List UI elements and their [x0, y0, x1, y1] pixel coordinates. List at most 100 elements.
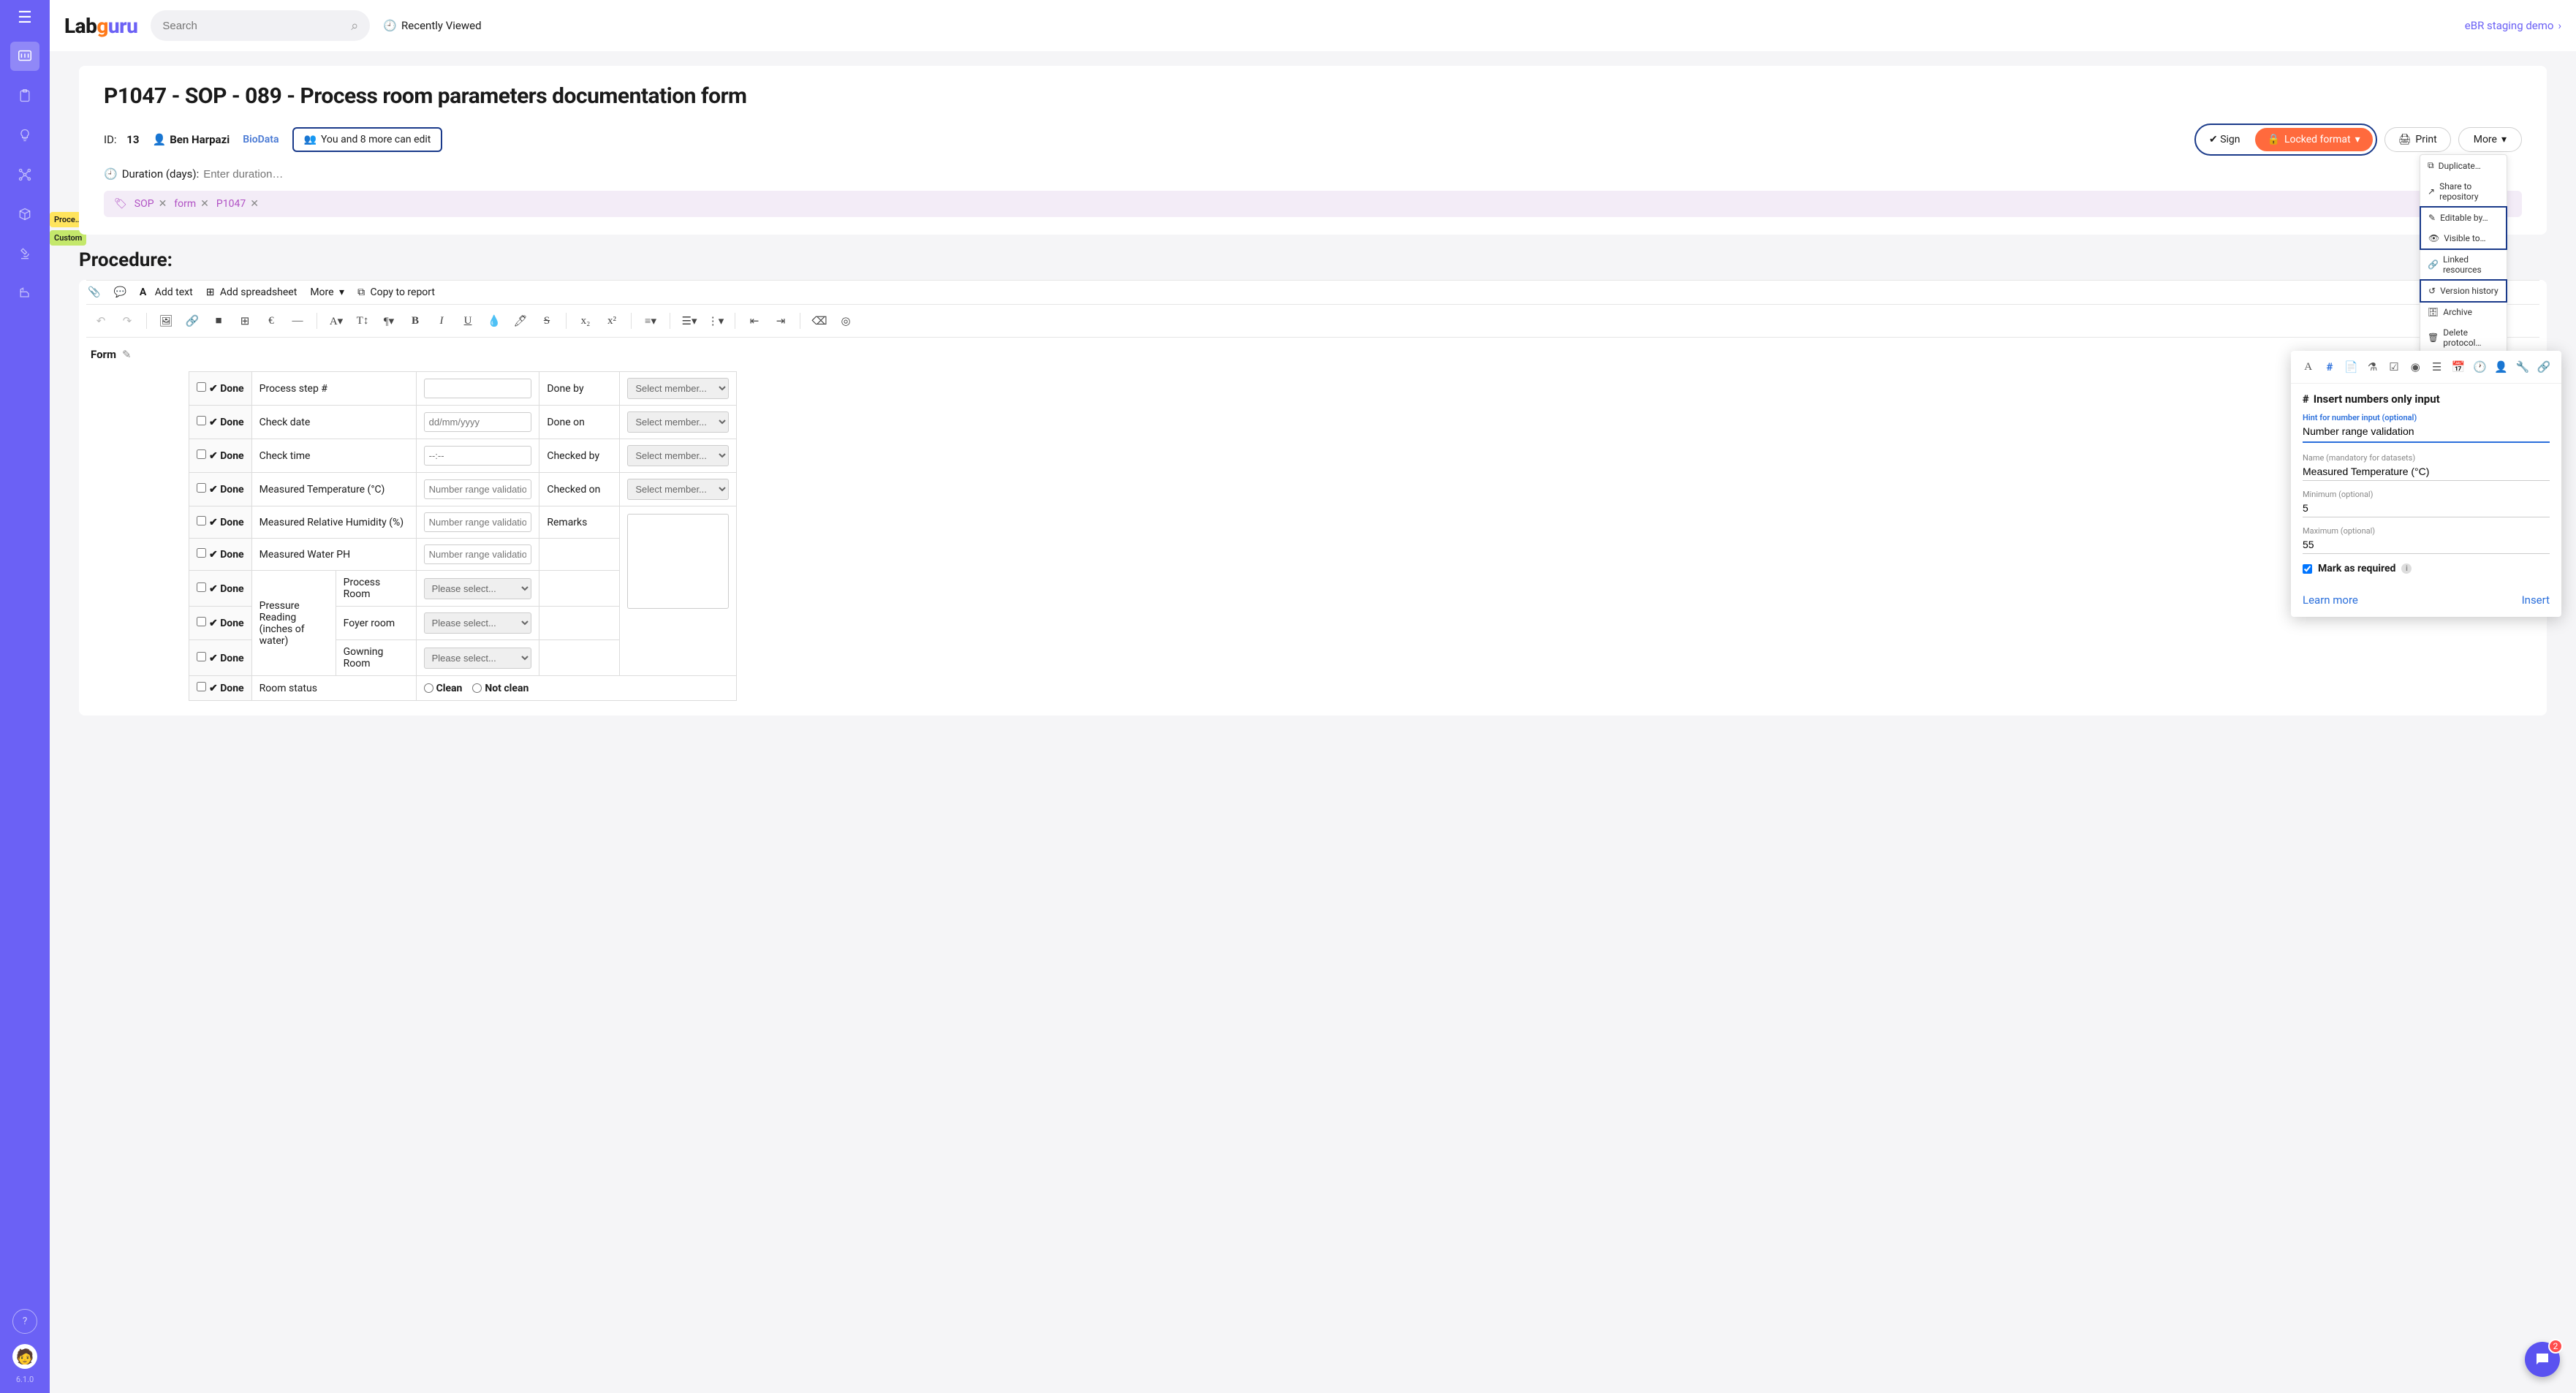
process-step-input[interactable] [424, 379, 532, 398]
font-size-icon[interactable]: T↕ [351, 311, 374, 331]
done-by-select[interactable]: Select member... [627, 378, 729, 399]
done-checkbox[interactable] [197, 617, 206, 626]
add-text-button[interactable]: A Add text [140, 286, 193, 298]
video-icon[interactable]: ■ [207, 311, 230, 331]
outdent-icon[interactable]: ⇤ [743, 311, 766, 331]
nav-icon-box[interactable] [10, 200, 39, 229]
underline-icon[interactable]: U [456, 311, 480, 331]
more-version-history[interactable]: ↺Version history [2421, 281, 2506, 301]
ip-required-checkbox[interactable] [2303, 564, 2312, 574]
info-icon[interactable]: i [2401, 563, 2412, 574]
tag-remove-icon[interactable]: ✕ [159, 198, 167, 210]
process-room-select[interactable]: Please select... [424, 578, 532, 599]
biodata-link[interactable]: BioData [243, 134, 279, 145]
locked-format-button[interactable]: 🔒 Locked format ▾ [2255, 128, 2373, 151]
more-button[interactable]: More ▾ [2458, 127, 2522, 152]
tag-remove-icon[interactable]: ✕ [200, 198, 209, 210]
done-on-select[interactable]: Select member... [627, 411, 729, 433]
superscript-icon[interactable]: x² [600, 311, 624, 331]
temperature-input[interactable] [424, 479, 532, 499]
owner[interactable]: 👤 Ben Harpazi [153, 133, 230, 146]
ip-link-icon[interactable]: 🔗 [2536, 358, 2553, 376]
nav-icon-robot[interactable] [10, 278, 39, 308]
editors-button[interactable]: 👥 You and 8 more can edit [292, 127, 443, 152]
ip-insert-button[interactable]: Insert [2522, 593, 2550, 607]
check-date-input[interactable] [424, 412, 532, 432]
ul-icon[interactable]: ⋮▾ [704, 311, 727, 331]
bold-icon[interactable]: B [404, 311, 427, 331]
ip-name-input[interactable] [2303, 463, 2550, 481]
nav-icon-clipboard[interactable] [10, 81, 39, 110]
comment-button[interactable]: 💬 [113, 286, 126, 298]
done-checkbox[interactable] [197, 449, 206, 459]
image-icon[interactable]: 🖼 [154, 311, 178, 331]
ip-number-icon[interactable]: # [2321, 358, 2338, 376]
font-family-icon[interactable]: A▾ [325, 311, 348, 331]
hr-icon[interactable]: — [286, 311, 309, 331]
humidity-input[interactable] [424, 512, 532, 532]
radio-clean[interactable]: Clean [424, 683, 463, 694]
copy-to-report-button[interactable]: ⧉ Copy to report [357, 286, 435, 298]
remarks-textarea[interactable] [627, 514, 729, 609]
ip-list-icon[interactable]: ☰ [2428, 358, 2445, 376]
avatar[interactable]: 🧑 [12, 1344, 37, 1369]
done-checkbox[interactable] [197, 582, 206, 592]
redo-icon[interactable]: ↷ [115, 311, 139, 331]
align-icon[interactable]: ≡▾ [639, 311, 662, 331]
more-linked[interactable]: 🔗Linked resources [2420, 249, 2507, 280]
more-delete[interactable]: 🗑Delete protocol… [2420, 322, 2507, 353]
tag-sop[interactable]: SOP✕ [135, 198, 167, 210]
more-share[interactable]: ↗Share to repository [2420, 176, 2507, 207]
nav-icon-inventory[interactable] [10, 42, 39, 71]
clear-format-icon[interactable]: ⌫ [808, 311, 831, 331]
more-visible-to[interactable]: 👁Visible to… [2421, 228, 2506, 248]
duration-input[interactable] [203, 168, 306, 181]
done-checkbox[interactable] [197, 682, 206, 691]
strike-icon[interactable]: S [535, 311, 558, 331]
link-icon[interactable]: 🔗 [181, 311, 204, 331]
subscript-icon[interactable]: x₂ [574, 311, 597, 331]
done-checkbox[interactable] [197, 483, 206, 493]
sign-button[interactable]: ✔ Sign [2199, 130, 2251, 149]
ip-user-icon[interactable]: 👤 [2493, 358, 2509, 376]
nav-icon-idea[interactable] [10, 121, 39, 150]
euro-icon[interactable]: € [260, 311, 283, 331]
ip-doc-icon[interactable]: 📄 [2343, 358, 2360, 376]
nav-icon-network[interactable] [10, 160, 39, 189]
ip-date-icon[interactable]: 📅 [2450, 358, 2466, 376]
done-checkbox[interactable] [197, 548, 206, 558]
done-checkbox[interactable] [197, 416, 206, 425]
ip-learn-more[interactable]: Learn more [2303, 593, 2358, 607]
tag-form[interactable]: form✕ [174, 198, 209, 210]
help-icon[interactable]: ? [12, 1309, 37, 1334]
target-icon[interactable]: ◎ [834, 311, 857, 331]
hamburger-icon[interactable]: ☰ [18, 9, 32, 27]
done-checkbox[interactable] [197, 652, 206, 661]
paragraph-icon[interactable]: ¶▾ [377, 311, 401, 331]
edit-form-icon[interactable]: ✎ [122, 348, 132, 361]
nav-icon-microscope[interactable] [10, 239, 39, 268]
radio-not-clean[interactable]: Not clean [472, 683, 529, 694]
toolbar-more[interactable]: More ▾ [310, 286, 344, 298]
ip-time-icon[interactable]: 🕐 [2471, 358, 2488, 376]
undo-icon[interactable]: ↶ [89, 311, 113, 331]
italic-icon[interactable]: I [430, 311, 453, 331]
more-archive[interactable]: 🗄Archive [2420, 302, 2507, 322]
foyer-room-select[interactable]: Please select... [424, 612, 532, 634]
indent-icon[interactable]: ⇥ [769, 311, 792, 331]
recently-viewed[interactable]: 🕘 Recently Viewed [383, 19, 481, 32]
done-checkbox[interactable] [197, 516, 206, 525]
attach-button[interactable]: 📎 [88, 286, 100, 298]
tag-p1047[interactable]: P1047✕ [216, 198, 259, 210]
tag-remove-icon[interactable]: ✕ [250, 198, 259, 210]
highlight-icon[interactable]: 🖊 [509, 311, 532, 331]
print-button[interactable]: 🖨 Print [2384, 127, 2451, 152]
done-checkbox[interactable] [197, 382, 206, 392]
search-input[interactable] [162, 20, 351, 32]
ip-flask-icon[interactable]: ⚗ [2364, 358, 2381, 376]
ip-required-row[interactable]: Mark as required i [2303, 563, 2550, 574]
search-wrap[interactable]: ⌕ [151, 10, 370, 41]
table-icon[interactable]: ⊞ [233, 311, 257, 331]
add-spreadsheet-button[interactable]: ⊞ Add spreadsheet [206, 286, 298, 298]
ol-icon[interactable]: ☰▾ [678, 311, 701, 331]
